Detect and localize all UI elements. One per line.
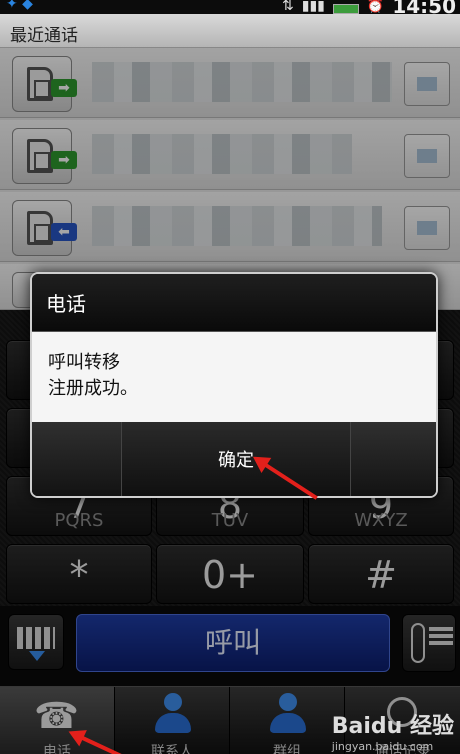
notification-icons: ✦ ◆ xyxy=(6,0,33,12)
alarm-icon: ⏰ xyxy=(366,0,385,14)
dialog-button-left-segment xyxy=(32,422,122,496)
battery-icon xyxy=(332,3,359,14)
signal-strength-icon: ▮▮▮ xyxy=(301,0,325,14)
dialog-title: 电话 xyxy=(46,292,86,316)
dialog-header: 电话 xyxy=(32,274,436,332)
dialog-button-right-segment xyxy=(350,422,436,496)
baidu-watermark: Baidu 经验 jingyan.baidu.com xyxy=(332,708,454,753)
dialog-button-bar: 确定 xyxy=(32,422,436,496)
watermark-url: jingyan.baidu.com xyxy=(331,740,434,753)
page-title: 最近通话 xyxy=(10,26,78,46)
watermark-brand: Baidu 经验 xyxy=(331,714,454,739)
status-bar: ✦ ◆ ⇅ ▮▮▮ ⏰ 14:50 xyxy=(0,0,460,18)
call-forwarding-dialog: 电话 呼叫转移 注册成功。 确定 xyxy=(30,272,438,498)
data-transfer-icon: ⇅ xyxy=(282,0,294,14)
recent-calls-header: 最近通话 xyxy=(0,14,460,48)
ok-button[interactable]: 确定 xyxy=(122,422,350,496)
dialog-body: 呼叫转移 注册成功。 xyxy=(32,332,436,422)
dialog-message: 呼叫转移 注册成功。 xyxy=(48,352,138,399)
